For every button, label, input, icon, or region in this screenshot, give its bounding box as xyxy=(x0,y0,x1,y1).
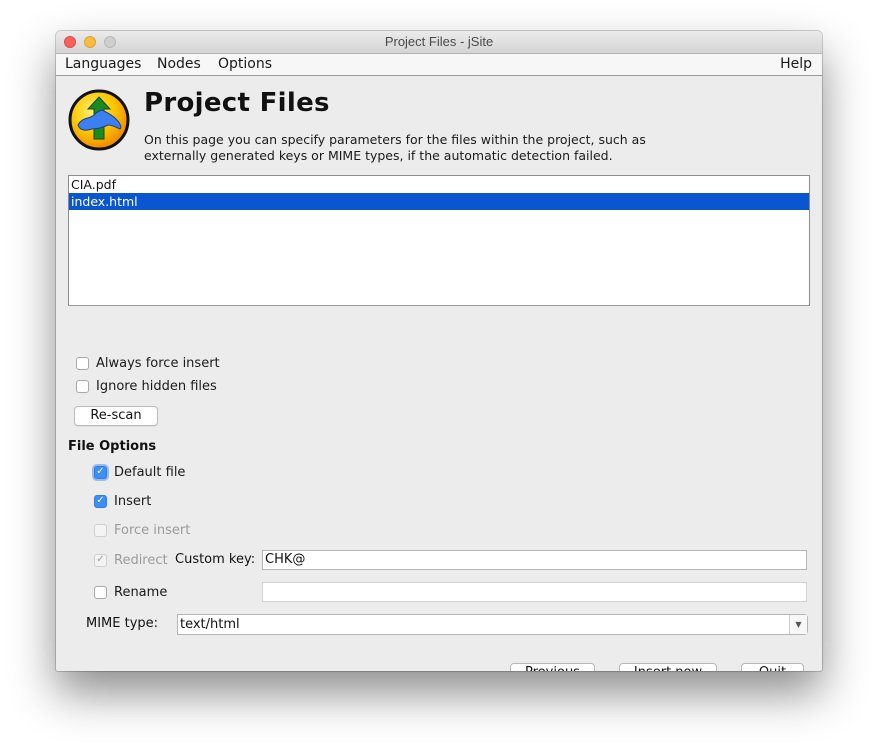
close-window-button[interactable] xyxy=(64,36,76,48)
redirect-checkbox: ✓ Redirect xyxy=(94,551,168,569)
custom-key-input[interactable]: CHK@ xyxy=(262,550,807,570)
ignore-hidden-files-label: Ignore hidden files xyxy=(96,378,217,394)
force-insert-checkbox: Force insert xyxy=(94,521,190,539)
menu-options[interactable]: Options xyxy=(218,54,272,75)
page-title: Project Files xyxy=(144,88,330,118)
insert-checkbox[interactable]: ✓ Insert xyxy=(94,492,151,510)
project-files-page: Project Files On this page you can speci… xyxy=(56,76,822,671)
zoom-window-button[interactable] xyxy=(104,36,116,48)
checkmark-icon: ✓ xyxy=(94,553,107,567)
menu-help[interactable]: Help xyxy=(780,54,812,75)
jsite-logo-icon xyxy=(68,89,130,151)
mime-type-value: text/html xyxy=(180,617,240,632)
always-force-insert-label: Always force insert xyxy=(96,355,220,371)
previous-button[interactable]: Previous xyxy=(510,663,595,671)
window-title: Project Files - jSite xyxy=(384,34,494,49)
insert-now-button[interactable]: Insert now xyxy=(619,663,717,671)
mime-type-combobox[interactable]: text/html ▼ xyxy=(177,614,808,635)
description-line-2: externally generated keys or MIME types,… xyxy=(144,148,613,163)
ignore-hidden-files-checkbox[interactable]: Ignore hidden files xyxy=(76,377,217,395)
menu-bar: Languages Nodes Options Help xyxy=(56,54,822,76)
chevron-down-icon[interactable]: ▼ xyxy=(789,615,807,634)
custom-key-label: Custom key: xyxy=(175,552,256,567)
checkbox-box xyxy=(94,523,107,537)
redirect-label: Redirect xyxy=(114,552,168,568)
insert-label: Insert xyxy=(114,493,152,509)
file-list-item-selected[interactable]: index.html xyxy=(69,193,809,210)
mime-type-label: MIME type: xyxy=(86,616,159,631)
rename-input[interactable] xyxy=(262,582,807,602)
checkbox-box[interactable] xyxy=(94,585,107,599)
rename-checkbox[interactable]: Rename xyxy=(94,583,167,601)
file-list-item[interactable]: CIA.pdf xyxy=(69,176,809,193)
force-insert-label: Force insert xyxy=(114,522,191,538)
default-file-checkbox[interactable]: ✓ Default file xyxy=(94,463,185,481)
checkmark-icon[interactable]: ✓ xyxy=(94,465,107,479)
minimize-window-button[interactable] xyxy=(84,36,96,48)
checkbox-box[interactable] xyxy=(76,379,89,393)
file-list[interactable]: CIA.pdf index.html xyxy=(68,175,810,306)
always-force-insert-checkbox[interactable]: Always force insert xyxy=(76,354,220,372)
title-bar[interactable]: Project Files - jSite xyxy=(56,31,822,54)
menu-languages[interactable]: Languages xyxy=(65,54,141,75)
app-window: Project Files - jSite Languages Nodes Op… xyxy=(56,31,822,671)
quit-button[interactable]: Quit xyxy=(741,663,804,671)
checkbox-box[interactable] xyxy=(76,356,89,370)
description-line-1: On this page you can specify parameters … xyxy=(144,132,646,147)
rename-label: Rename xyxy=(114,584,168,600)
file-options-heading: File Options xyxy=(68,439,157,454)
checkmark-icon[interactable]: ✓ xyxy=(94,494,107,508)
page-description: On this page you can specify parameters … xyxy=(144,132,704,164)
rescan-button[interactable]: Re-scan xyxy=(74,406,158,426)
default-file-label: Default file xyxy=(114,464,186,480)
menu-nodes[interactable]: Nodes xyxy=(157,54,201,75)
